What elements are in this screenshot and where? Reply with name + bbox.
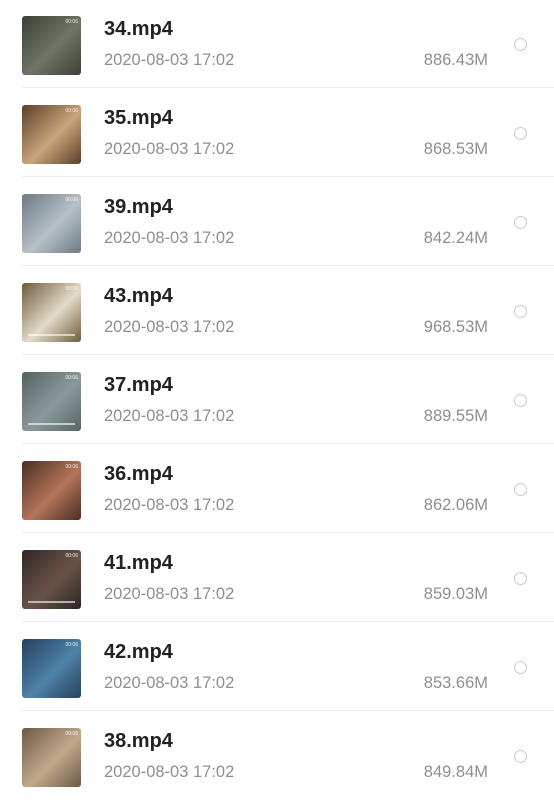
select-radio[interactable] <box>514 483 527 496</box>
video-thumbnail: 00:06 <box>22 283 81 342</box>
video-thumbnail: 00:06 <box>22 105 81 164</box>
divider <box>22 532 554 533</box>
video-thumbnail: 00:06 <box>22 16 81 75</box>
duration-label: 00:06 <box>65 197 78 203</box>
subtitle-bar <box>28 601 75 603</box>
file-name: 37.mp4 <box>104 374 173 396</box>
duration-label: 00:06 <box>65 642 78 648</box>
duration-label: 00:06 <box>65 375 78 381</box>
file-date: 2020-08-03 17:02 <box>104 407 235 425</box>
file-size: 886.43M <box>423 51 488 69</box>
duration-label: 00:06 <box>65 553 78 559</box>
file-name: 38.mp4 <box>104 730 173 752</box>
file-size: 842.24M <box>423 229 488 247</box>
subtitle-bar <box>28 334 75 336</box>
select-radio[interactable] <box>514 127 527 140</box>
divider <box>22 176 554 177</box>
file-size: 859.03M <box>423 585 488 603</box>
file-name: 34.mp4 <box>104 18 173 40</box>
divider <box>22 710 554 711</box>
list-item[interactable]: 00:06 42.mp4 2020-08-03 17:02 853.66M <box>0 623 554 711</box>
video-thumbnail: 00:06 <box>22 461 81 520</box>
video-thumbnail: 00:06 <box>22 728 81 787</box>
select-radio[interactable] <box>514 750 527 763</box>
select-radio[interactable] <box>514 216 527 229</box>
file-date: 2020-08-03 17:02 <box>104 51 235 69</box>
list-item[interactable]: 00:06 37.mp4 2020-08-03 17:02 889.55M <box>0 356 554 444</box>
file-date: 2020-08-03 17:02 <box>104 496 235 514</box>
video-file-list: 00:06 34.mp4 2020-08-03 17:02 886.43M 00… <box>0 0 554 789</box>
duration-label: 00:06 <box>65 731 78 737</box>
list-item[interactable]: 00:06 38.mp4 2020-08-03 17:02 849.84M <box>0 712 554 800</box>
list-item[interactable]: 00:06 34.mp4 2020-08-03 17:02 886.43M <box>0 0 554 88</box>
video-thumbnail: 00:06 <box>22 639 81 698</box>
list-item[interactable]: 00:06 41.mp4 2020-08-03 17:02 859.03M <box>0 534 554 622</box>
divider <box>22 621 554 622</box>
file-size: 889.55M <box>423 407 488 425</box>
select-radio[interactable] <box>514 38 527 51</box>
duration-label: 00:06 <box>65 19 78 25</box>
list-item[interactable]: 00:06 36.mp4 2020-08-03 17:02 862.06M <box>0 445 554 533</box>
select-radio[interactable] <box>514 394 527 407</box>
duration-label: 00:06 <box>65 108 78 114</box>
duration-label: 00:06 <box>65 464 78 470</box>
file-date: 2020-08-03 17:02 <box>104 318 235 336</box>
file-date: 2020-08-03 17:02 <box>104 585 235 603</box>
list-item[interactable]: 00:06 35.mp4 2020-08-03 17:02 868.53M <box>0 89 554 177</box>
list-item[interactable]: 00:06 39.mp4 2020-08-03 17:02 842.24M <box>0 178 554 266</box>
subtitle-bar <box>28 423 75 425</box>
file-size: 868.53M <box>423 140 488 158</box>
file-size: 849.84M <box>423 763 488 781</box>
video-thumbnail: 00:06 <box>22 550 81 609</box>
file-size: 853.66M <box>423 674 488 692</box>
select-radio[interactable] <box>514 572 527 585</box>
duration-label: 00:06 <box>65 286 78 292</box>
file-date: 2020-08-03 17:02 <box>104 140 235 158</box>
file-date: 2020-08-03 17:02 <box>104 763 235 781</box>
file-size: 968.53M <box>423 318 488 336</box>
video-thumbnail: 00:06 <box>22 372 81 431</box>
file-name: 42.mp4 <box>104 641 173 663</box>
select-radio[interactable] <box>514 305 527 318</box>
file-size: 862.06M <box>423 496 488 514</box>
divider <box>22 443 554 444</box>
list-item[interactable]: 00:06 43.mp4 2020-08-03 17:02 968.53M <box>0 267 554 355</box>
file-date: 2020-08-03 17:02 <box>104 674 235 692</box>
video-thumbnail: 00:06 <box>22 194 81 253</box>
file-date: 2020-08-03 17:02 <box>104 229 235 247</box>
file-name: 36.mp4 <box>104 463 173 485</box>
file-name: 43.mp4 <box>104 285 173 307</box>
file-name: 39.mp4 <box>104 196 173 218</box>
file-name: 41.mp4 <box>104 552 173 574</box>
file-name: 35.mp4 <box>104 107 173 129</box>
divider <box>22 265 554 266</box>
select-radio[interactable] <box>514 661 527 674</box>
divider <box>22 354 554 355</box>
divider <box>22 87 554 88</box>
